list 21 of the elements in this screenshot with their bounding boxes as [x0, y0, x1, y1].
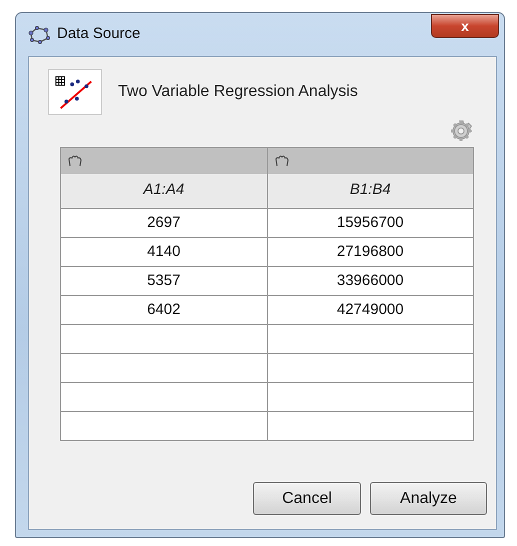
table-cell: 6402: [60, 296, 267, 324]
table-cell: 15956700: [267, 208, 474, 238]
table-cell: 33966000: [267, 266, 474, 296]
column-label: A1:A4: [142, 180, 186, 200]
cancel-button[interactable]: Cancel: [253, 482, 361, 515]
table-cell: 2697: [60, 208, 267, 238]
table-cell: 27196800: [267, 238, 474, 266]
close-button[interactable]: x: [431, 14, 499, 38]
hand-icon[interactable]: [274, 154, 290, 168]
table-cell: 5357: [60, 266, 267, 296]
regression-icon: [48, 69, 102, 115]
column-header[interactable]: A1:A4: [60, 148, 267, 208]
hand-icon[interactable]: [67, 154, 83, 168]
analyze-button[interactable]: Analyze: [370, 482, 487, 515]
column-header[interactable]: B1:B4: [267, 148, 474, 208]
window-title: Data Source: [57, 24, 140, 44]
table-cell: 42749000: [267, 296, 474, 324]
analysis-title: Two Variable Regression Analysis: [118, 82, 358, 102]
table-cell: 4140: [60, 238, 267, 266]
polygon-icon: [28, 26, 50, 44]
column-label: B1:B4: [348, 180, 392, 200]
